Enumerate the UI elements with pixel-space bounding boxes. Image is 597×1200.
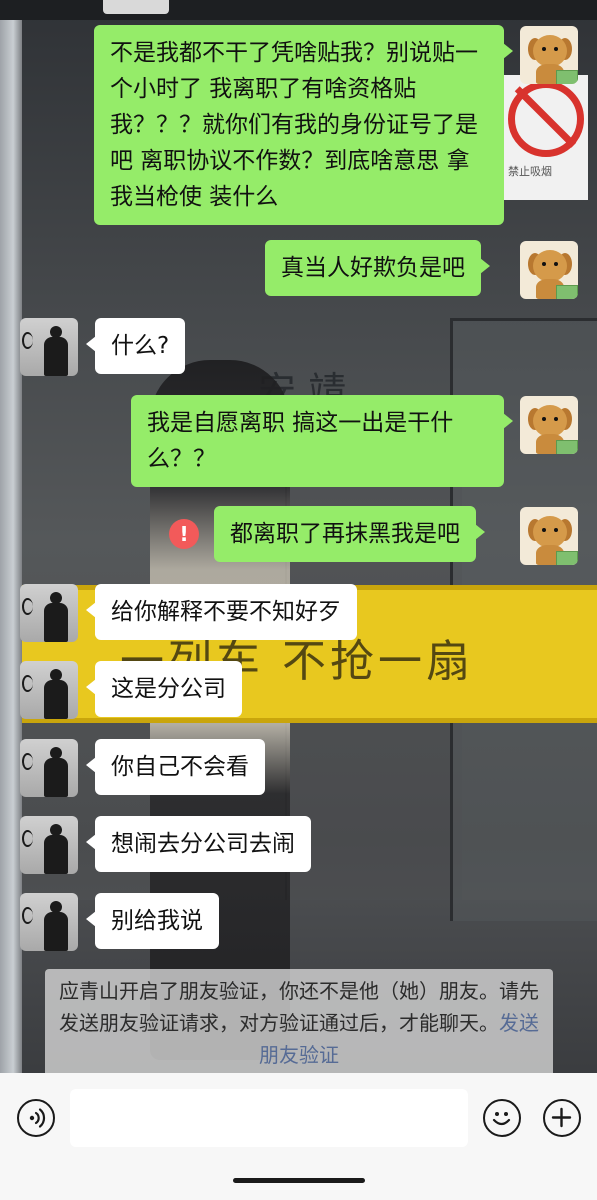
plus-icon bbox=[551, 1107, 572, 1128]
send-failed-icon[interactable]: ! bbox=[169, 519, 199, 549]
message-bubble-outgoing[interactable]: 都离职了再抹黑我是吧 bbox=[214, 506, 485, 562]
voice-button[interactable] bbox=[17, 1099, 55, 1137]
emoji-button[interactable] bbox=[483, 1099, 521, 1137]
contact-avatar[interactable] bbox=[20, 318, 78, 376]
message-bubble-incoming[interactable]: 别给我说 bbox=[86, 893, 219, 949]
dog-eye bbox=[542, 262, 546, 266]
chat-area: 不是我都不干了凭啥贴我？别说贴一个小时了 我离职了有啥资格贴我？？？就你们有我的… bbox=[0, 0, 597, 1200]
figure-body bbox=[44, 680, 68, 719]
message-bubble-incoming[interactable]: 给你解释不要不知好歹 bbox=[86, 584, 357, 640]
figure-body bbox=[44, 835, 68, 874]
contact-avatar[interactable] bbox=[20, 661, 78, 719]
figure-mark bbox=[22, 598, 33, 615]
book-icon bbox=[556, 551, 578, 565]
more-button[interactable] bbox=[543, 1099, 581, 1137]
contact-avatar[interactable] bbox=[20, 816, 78, 874]
figure-body bbox=[44, 603, 68, 642]
dog-eye bbox=[542, 47, 546, 51]
my-avatar[interactable] bbox=[520, 396, 578, 454]
dog-eye bbox=[554, 528, 558, 532]
contact-avatar[interactable] bbox=[20, 893, 78, 951]
figure-mark bbox=[22, 753, 33, 770]
figure-mark bbox=[22, 675, 33, 692]
my-avatar[interactable] bbox=[520, 26, 578, 84]
message-bubble-incoming[interactable]: 想闹去分公司去闹 bbox=[86, 816, 311, 872]
figure-mark bbox=[22, 332, 33, 349]
dog-head bbox=[533, 516, 567, 548]
figure-mark bbox=[22, 830, 33, 847]
book-icon bbox=[556, 440, 578, 454]
figure-body bbox=[44, 912, 68, 951]
dog-eye bbox=[554, 262, 558, 266]
dog-head bbox=[533, 250, 567, 282]
emoji-icon bbox=[492, 1112, 511, 1126]
figure-body bbox=[44, 337, 68, 376]
dog-eye bbox=[542, 528, 546, 532]
message-bubble-incoming[interactable]: 这是分公司 bbox=[86, 661, 242, 717]
message-bubble-outgoing[interactable]: 不是我都不干了凭啥贴我？别说贴一个小时了 我离职了有啥资格贴我？？？就你们有我的… bbox=[94, 25, 513, 225]
system-notice: 应青山开启了朋友验证，你还不是他（她）朋友。请先发送朋友验证请求，对方验证通过后… bbox=[45, 969, 553, 1077]
dog-head bbox=[533, 405, 567, 437]
dog-eye bbox=[542, 417, 546, 421]
figure-mark bbox=[22, 907, 33, 924]
message-bubble-outgoing[interactable]: 真当人好欺负是吧 bbox=[265, 240, 490, 296]
message-bubble-incoming[interactable]: 你自己不会看 bbox=[86, 739, 265, 795]
dog-eye bbox=[554, 47, 558, 51]
my-avatar[interactable] bbox=[520, 241, 578, 299]
input-bar bbox=[0, 1073, 597, 1200]
dog-head bbox=[533, 35, 567, 67]
figure-body bbox=[44, 758, 68, 797]
message-bubble-incoming[interactable]: 什么? bbox=[85, 318, 186, 374]
my-avatar[interactable] bbox=[520, 507, 578, 565]
system-notice-text: 应青山开启了朋友验证，你还不是他（她）朋友。请先发送朋友验证请求，对方验证通过后… bbox=[59, 979, 539, 1035]
contact-avatar[interactable] bbox=[20, 739, 78, 797]
message-bubble-outgoing[interactable]: 我是自愿离职 搞这一出是干什么？？ bbox=[131, 395, 513, 487]
dog-eye bbox=[554, 417, 558, 421]
home-indicator[interactable] bbox=[233, 1178, 365, 1183]
book-icon bbox=[556, 285, 578, 299]
voice-icon bbox=[29, 1108, 46, 1128]
contact-avatar[interactable] bbox=[20, 584, 78, 642]
book-icon bbox=[556, 70, 578, 84]
message-input[interactable] bbox=[70, 1089, 468, 1147]
